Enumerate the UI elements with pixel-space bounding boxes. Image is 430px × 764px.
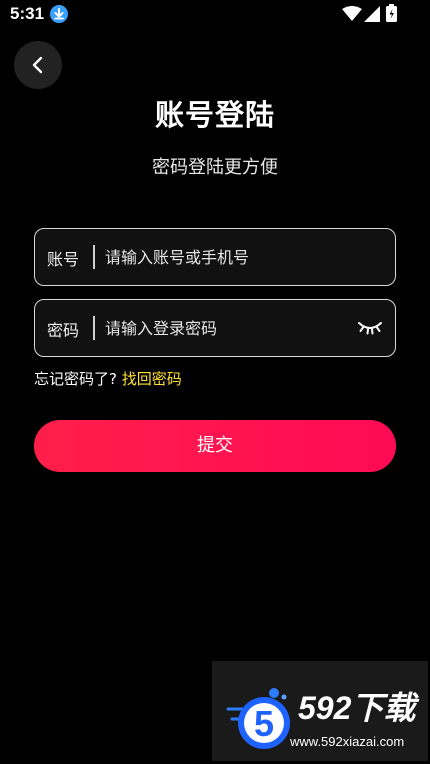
forgot-password-text: 忘记密码了? bbox=[34, 370, 117, 388]
submit-button[interactable]: 提交 bbox=[34, 420, 396, 472]
account-field[interactable]: 账号 bbox=[34, 228, 396, 286]
forgot-password-row: 忘记密码了? 找回密码 bbox=[34, 368, 182, 389]
status-bar: 5:31 bbox=[0, 0, 430, 30]
wifi-icon bbox=[342, 6, 362, 21]
password-field[interactable]: 密码 bbox=[34, 299, 396, 357]
field-divider bbox=[93, 245, 95, 269]
page-subtitle: 密码登陆更方便 bbox=[152, 157, 278, 178]
watermark-brand: 592下载 bbox=[298, 690, 416, 726]
account-input[interactable] bbox=[105, 241, 345, 273]
eye-closed-icon[interactable] bbox=[357, 320, 383, 336]
account-label: 账号 bbox=[47, 250, 80, 269]
field-divider bbox=[93, 316, 95, 340]
brand-logo-icon: 5 bbox=[226, 688, 290, 749]
recover-password-link[interactable]: 找回密码 bbox=[122, 370, 182, 388]
signal-icon bbox=[364, 6, 380, 22]
watermark-url: www.592xiazai.com bbox=[290, 734, 405, 749]
download-icon bbox=[50, 5, 68, 23]
password-input[interactable] bbox=[105, 312, 345, 344]
status-time: 5:31 bbox=[10, 4, 45, 23]
battery-icon bbox=[386, 4, 397, 22]
watermark-logo: 5 592下载 www.592xiazai.com bbox=[212, 661, 428, 761]
password-label: 密码 bbox=[47, 321, 80, 340]
page-title: 账号登陆 bbox=[154, 98, 275, 132]
back-button[interactable] bbox=[14, 41, 62, 89]
chevron-left-icon bbox=[32, 56, 43, 74]
svg-text:5: 5 bbox=[254, 703, 274, 744]
